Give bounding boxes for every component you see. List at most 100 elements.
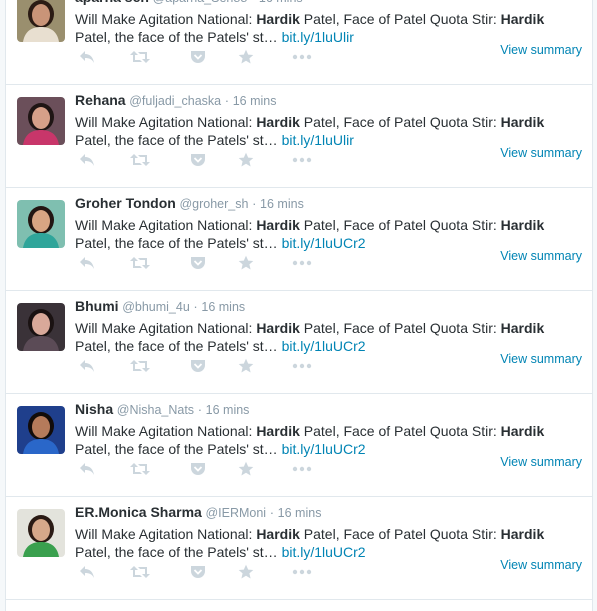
reply-button[interactable]: [76, 564, 98, 580]
retweet-button[interactable]: [127, 564, 153, 580]
favorite-button[interactable]: [235, 564, 257, 580]
favorite-button[interactable]: [235, 461, 257, 477]
view-summary-link[interactable]: View summary: [500, 146, 582, 160]
avatar[interactable]: [17, 509, 65, 557]
tweet-header: Groher Tondon @groher_sh · 16 mins: [75, 195, 304, 211]
view-summary-link[interactable]: View summary: [500, 352, 582, 366]
tweet-text-highlight: Hardik: [500, 423, 545, 439]
pocket-button[interactable]: [187, 358, 209, 374]
avatar[interactable]: [17, 200, 65, 248]
fullname[interactable]: Groher Tondon: [75, 195, 176, 211]
reply-button[interactable]: [76, 255, 98, 271]
avatar[interactable]: [17, 406, 65, 454]
reply-button[interactable]: [76, 152, 98, 168]
favorite-icon: [238, 461, 254, 476]
fullname[interactable]: Nisha: [75, 401, 113, 417]
tweet-link[interactable]: bit.ly/1luUlir: [282, 29, 354, 45]
more-button[interactable]: [291, 564, 313, 580]
tweet-link[interactable]: bit.ly/1luUCr2: [282, 338, 366, 354]
view-summary-link[interactable]: View summary: [500, 558, 582, 572]
more-button[interactable]: [291, 152, 313, 168]
timestamp[interactable]: 16 mins: [201, 300, 245, 314]
pocket-button[interactable]: [187, 461, 209, 477]
retweet-button[interactable]: [127, 255, 153, 271]
tweet-text: Will Make Agitation National: Hardik Pat…: [75, 319, 585, 355]
username[interactable]: @groher_sh: [179, 197, 248, 211]
more-button[interactable]: [291, 461, 313, 477]
fullname[interactable]: ER.Monica Sharma: [75, 504, 202, 520]
pocket-button[interactable]: [187, 255, 209, 271]
tweet[interactable]: Rehana @fuljadi_chaska · 16 mins Will Ma…: [6, 86, 592, 188]
pocket-icon: [191, 51, 205, 63]
tweet-text-segment: Will Make Agitation National:: [75, 320, 257, 336]
favorite-button[interactable]: [235, 49, 257, 65]
tweet[interactable]: ER.Monica Sharma @IERMoni · 16 mins Will…: [6, 498, 592, 600]
reply-button[interactable]: [76, 358, 98, 374]
timestamp[interactable]: 16 mins: [259, 0, 303, 5]
more-button[interactable]: [291, 255, 313, 271]
fullname[interactable]: Rehana: [75, 92, 126, 108]
username[interactable]: @aparna_Sen88: [153, 0, 248, 5]
tweet-text-highlight: Hardik: [256, 217, 300, 233]
retweet-button[interactable]: [127, 49, 153, 65]
pocket-button[interactable]: [187, 49, 209, 65]
more-icon: [292, 569, 312, 575]
more-button[interactable]: [291, 49, 313, 65]
tweet[interactable]: Groher Tondon @groher_sh · 16 mins Will …: [6, 189, 592, 291]
more-button[interactable]: [291, 358, 313, 374]
tweet[interactable]: Nisha @Nisha_Nats · 16 mins Will Make Ag…: [6, 395, 592, 497]
tweet-text-highlight: Hardik: [500, 217, 545, 233]
separator: ·: [251, 0, 255, 5]
retweet-button[interactable]: [127, 358, 153, 374]
tweet[interactable]: aparna sen @aparna_Sen88 · 16 mins Will …: [6, 0, 592, 85]
reply-button[interactable]: [76, 49, 98, 65]
avatar[interactable]: [17, 303, 65, 351]
reply-button[interactable]: [76, 461, 98, 477]
timestamp[interactable]: 16 mins: [260, 197, 304, 211]
favorite-icon: [238, 564, 254, 579]
retweet-button[interactable]: [127, 461, 153, 477]
timestamp[interactable]: 16 mins: [206, 403, 250, 417]
tweet-text: Will Make Agitation National: Hardik Pat…: [75, 216, 585, 252]
avatar-photo-icon: [17, 200, 65, 248]
tweet-text: Will Make Agitation National: Hardik Pat…: [75, 10, 585, 46]
tweet-header: Rehana @fuljadi_chaska · 16 mins: [75, 92, 277, 108]
favorite-button[interactable]: [235, 358, 257, 374]
timestamp[interactable]: 16 mins: [233, 94, 277, 108]
reply-icon: [80, 257, 94, 269]
tweet-text-segment: Will Make Agitation National:: [75, 11, 257, 27]
username[interactable]: @Nisha_Nats: [117, 403, 194, 417]
avatar[interactable]: [17, 97, 65, 145]
pocket-button[interactable]: [187, 564, 209, 580]
username[interactable]: @fuljadi_chaska: [129, 94, 221, 108]
separator: ·: [224, 93, 230, 108]
tweet-link[interactable]: bit.ly/1luUCr2: [282, 441, 366, 457]
retweet-button[interactable]: [127, 152, 153, 168]
avatar-photo-icon: [17, 406, 65, 454]
avatar[interactable]: [17, 0, 65, 42]
tweet-link[interactable]: bit.ly/1luUCr2: [282, 544, 366, 560]
tweet[interactable]: Bhumi @bhumi_4u · 16 mins Will Make Agit…: [6, 292, 592, 394]
stream-right-edge: [592, 0, 597, 611]
view-summary-link[interactable]: View summary: [500, 249, 582, 263]
tweet-text-segment: Patel, Face of Patel Quota Stir:: [299, 526, 501, 542]
tweet-text-segment: Patel, Face of Patel Quota Stir:: [299, 114, 501, 130]
more-icon: [292, 157, 312, 163]
view-summary-link[interactable]: View summary: [500, 455, 582, 469]
username[interactable]: @IERMoni: [205, 506, 266, 520]
view-summary-link[interactable]: View summary: [500, 43, 582, 57]
tweet-text-segment: Will Make Agitation National:: [75, 423, 257, 439]
avatar-photo-icon: [17, 509, 65, 557]
fullname[interactable]: Bhumi: [75, 298, 119, 314]
tweet-link[interactable]: bit.ly/1luUlir: [282, 132, 354, 148]
timestamp[interactable]: 16 mins: [278, 506, 322, 520]
tweet-link[interactable]: bit.ly/1luUCr2: [282, 235, 366, 251]
favorite-button[interactable]: [235, 255, 257, 271]
separator: ·: [193, 299, 198, 314]
fullname[interactable]: aparna sen: [75, 0, 149, 5]
tweet-text-segment: Will Make Agitation National:: [75, 114, 257, 130]
tweet-text-segment: Patel, the face of the Patels' st…: [75, 338, 278, 354]
pocket-button[interactable]: [187, 152, 209, 168]
favorite-button[interactable]: [235, 152, 257, 168]
username[interactable]: @bhumi_4u: [122, 300, 190, 314]
